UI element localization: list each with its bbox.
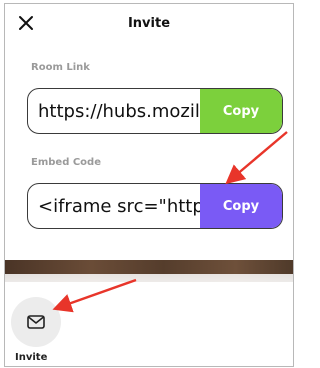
annotation-arrow-invite — [52, 278, 137, 313]
invite-panel: Invite Room Link https://hubs.mozil Copy… — [4, 3, 294, 367]
annotation-arrows — [52, 131, 288, 313]
annotation-arrow-copy — [225, 131, 288, 185]
bottom-bar — [5, 366, 293, 367]
